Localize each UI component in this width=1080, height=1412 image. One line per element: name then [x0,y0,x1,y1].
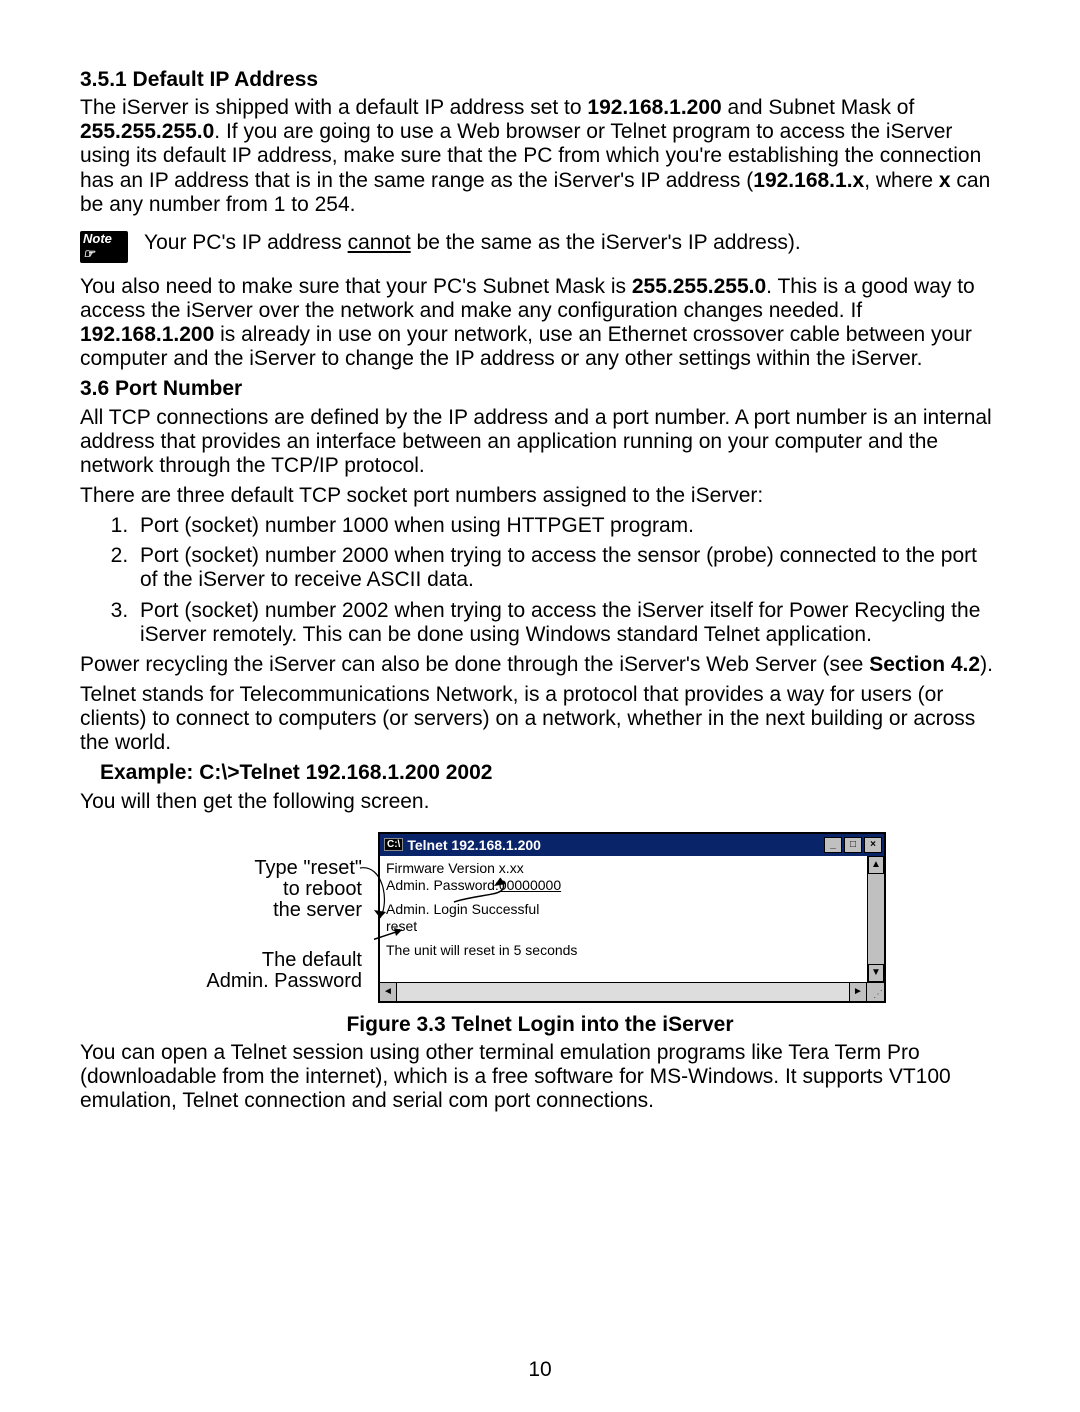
telnet-window-title: Telnet 192.168.1.200 [407,837,541,853]
telnet-line: Firmware Version x.xx [386,860,861,878]
page-number: 10 [0,1358,1080,1382]
resize-grip-icon[interactable]: ⋰ [866,983,884,1001]
note-icon: Note ☞ [80,231,128,261]
note-text: Your PC's IP address cannot be the same … [144,227,1000,255]
text-underlined: cannot [348,231,411,254]
para-default-ip: The iServer is shipped with a default IP… [80,96,1000,217]
ip-in-use: 192.168.1.200 [80,323,214,346]
list-item: Port (socket) number 1000 when using HTT… [134,514,1000,538]
scroll-up-icon[interactable]: ▲ [868,856,884,874]
list-item: Port (socket) number 2000 when trying to… [134,544,1000,592]
cmd-icon: C:\ [384,838,403,852]
text: and Subnet Mask of [722,96,915,119]
para-port-list-intro: There are three default TCP socket port … [80,484,1000,508]
minimize-button[interactable]: _ [824,837,842,853]
para-subnet: You also need to make sure that your PC'… [80,275,1000,372]
close-button[interactable]: × [864,837,882,853]
figure-callouts: Type "reset" to reboot the server The de… [128,832,378,1003]
ip-default: 192.168.1.200 [587,96,721,119]
scroll-left-icon[interactable]: ◄ [380,983,397,1001]
example-command: Example: C:\>Telnet 192.168.1.200 2002 [100,761,1000,785]
telnet-line: Admin. Password:00000000 [386,877,861,895]
scroll-down-icon[interactable]: ▼ [868,964,884,982]
horizontal-scrollbar[interactable]: ◄ ► ⋰ [380,982,884,1001]
figure-caption: Figure 3.3 Telnet Login into the iServer [80,1013,1000,1037]
text: is already in use on your network, use a… [80,323,972,370]
subnet-default: 255.255.255.0 [80,120,214,143]
subnet-value: 255.255.255.0 [632,275,766,298]
text: You also need to make sure that your PC'… [80,275,632,298]
figure-3-3: Type "reset" to reboot the server The de… [128,832,1000,1003]
callout-password: The default Admin. Password [206,950,362,992]
text: ). [980,653,993,676]
heading-3-6: 3.6 Port Number [80,377,1000,401]
para-tera-term: You can open a Telnet session using othe… [80,1041,1000,1113]
text: , where [864,169,939,192]
para-port-intro: All TCP connections are defined by the I… [80,406,1000,478]
telnet-titlebar: C:\ Telnet 192.168.1.200 _ □ × [380,834,884,856]
x-var: x [939,169,951,192]
vertical-scrollbar[interactable]: ▲ ▼ [867,856,884,982]
password-value: 00000000 [499,877,561,893]
telnet-line: Admin. Login Successful [386,901,861,919]
heading-3-5-1: 3.5.1 Default IP Address [80,68,1000,92]
text: The iServer is shipped with a default IP… [80,96,587,119]
text: be the same as the iServer's IP address)… [411,231,801,254]
scroll-right-icon[interactable]: ► [849,983,866,1001]
text: Admin. Password: [386,877,499,893]
para-following-screen: You will then get the following screen. [80,790,1000,814]
list-item: Port (socket) number 2002 when trying to… [134,599,1000,647]
telnet-line: reset [386,918,861,936]
section-ref: Section 4.2 [869,653,980,676]
text: Your PC's IP address [144,231,348,254]
callout-reset: Type "reset" to reboot the server [254,858,362,921]
maximize-button[interactable]: □ [844,837,862,853]
note-label-text: Note [83,231,112,246]
port-list: Port (socket) number 1000 when using HTT… [80,514,1000,647]
telnet-window: C:\ Telnet 192.168.1.200 _ □ × Firmware … [378,832,886,1003]
note-block: Note ☞ Your PC's IP address cannot be th… [80,227,1000,261]
para-telnet-desc: Telnet stands for Telecommunications Net… [80,683,1000,755]
text: Power recycling the iServer can also be … [80,653,869,676]
telnet-text-area[interactable]: Firmware Version x.xx Admin. Password:00… [380,856,867,982]
scroll-track[interactable] [397,983,849,1001]
telnet-line: The unit will reset in 5 seconds [386,942,861,960]
para-power-recycle: Power recycling the iServer can also be … [80,653,1000,677]
ip-range: 192.168.1.x [753,169,864,192]
